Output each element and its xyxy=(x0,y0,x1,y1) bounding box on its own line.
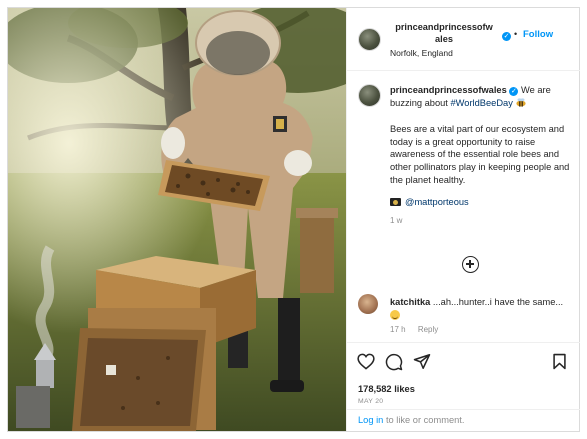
add-comment-icon[interactable] xyxy=(462,256,479,273)
login-link[interactable]: Log in xyxy=(358,415,383,425)
caption-body: Bees are a vital part of our ecosystem a… xyxy=(390,124,570,185)
post-photo[interactable] xyxy=(8,8,346,431)
post-header: princeandprincessofw ales ✓ • Follow Nor… xyxy=(347,8,580,71)
commenter-avatar[interactable] xyxy=(358,294,378,314)
follow-button[interactable]: Follow xyxy=(523,29,553,40)
comment-timestamp[interactable]: 17 h xyxy=(390,325,406,334)
caption-avatar[interactable] xyxy=(358,84,381,107)
caption-username[interactable]: princeandprincessofwales xyxy=(390,85,507,95)
commenter-username[interactable]: katchitka xyxy=(390,297,430,307)
likes-count[interactable]: 178,582 likes xyxy=(358,384,415,394)
comment-meta: 17 h Reply xyxy=(390,325,438,334)
camera-icon xyxy=(390,198,401,207)
bee-icon xyxy=(516,97,527,107)
heart-icon[interactable] xyxy=(357,353,375,370)
separator-dot: • xyxy=(514,29,518,39)
reply-button[interactable]: Reply xyxy=(418,325,438,334)
author-username-line2: ales xyxy=(435,34,453,44)
credit-mention-link[interactable]: @mattporteous xyxy=(405,197,469,207)
hashtag-link[interactable]: #WorldBeeDay xyxy=(451,98,513,108)
login-prompt-text: to like or comment. xyxy=(385,415,465,425)
beekeeper-photo xyxy=(8,8,346,431)
author-username[interactable]: princeandprincessofw ales xyxy=(390,21,498,45)
bookmark-icon[interactable] xyxy=(552,353,567,370)
comment-text: katchitka ...ah...hunter..i have the sam… xyxy=(390,296,575,321)
action-bar xyxy=(347,342,580,382)
share-icon[interactable] xyxy=(413,353,431,370)
post-location[interactable]: Norfolk, England xyxy=(390,48,453,58)
photo-credit: @mattporteous xyxy=(390,196,570,209)
post-side-panel: princeandprincessofw ales ✓ • Follow Nor… xyxy=(346,8,580,431)
post-date[interactable]: MAY 20 xyxy=(358,398,383,405)
comment-body: ...ah...hunter..i have the same... xyxy=(432,297,564,307)
caption-timestamp[interactable]: 1 w xyxy=(390,215,570,228)
author-avatar[interactable] xyxy=(358,28,381,51)
login-prompt: Log in to like or comment. xyxy=(347,409,580,431)
smile-emoji-icon xyxy=(390,309,400,320)
instagram-post-embed: princeandprincessofw ales ✓ • Follow Nor… xyxy=(7,7,580,432)
caption-text: princeandprincessofwales ✓ We are buzzin… xyxy=(390,84,570,227)
comment-icon[interactable] xyxy=(385,353,403,371)
author-username-line1: princeandprincessofw xyxy=(395,22,493,32)
verified-icon: ✓ xyxy=(509,87,519,96)
verified-icon: ✓ xyxy=(502,32,511,41)
